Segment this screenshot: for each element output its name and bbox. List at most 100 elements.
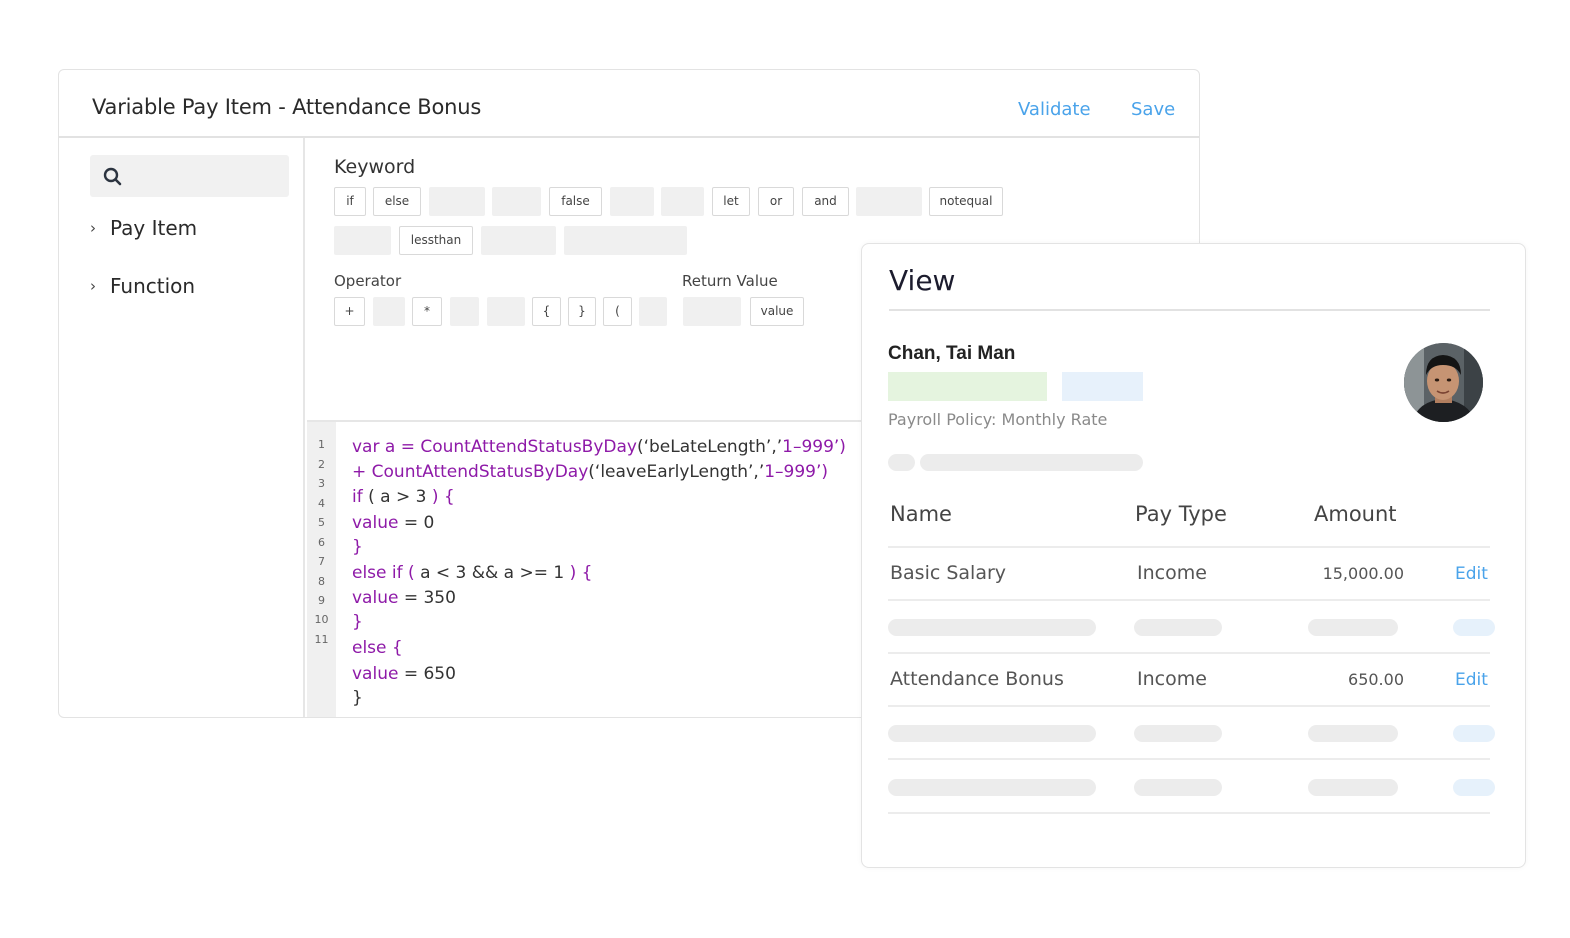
keyword-heading: Keyword xyxy=(334,156,416,178)
operator-placeholder[interactable] xyxy=(450,297,479,326)
placeholder-bar xyxy=(888,619,1096,636)
keyword-or[interactable]: or xyxy=(758,187,794,216)
keyword-lessthan[interactable]: lessthan xyxy=(399,226,473,255)
return-value-value[interactable]: value xyxy=(750,297,804,326)
validate-button[interactable]: Validate xyxy=(1018,99,1091,120)
payroll-policy: Payroll Policy: Monthly Rate xyxy=(888,410,1108,429)
divider xyxy=(888,812,1490,814)
status-badge xyxy=(1062,372,1143,401)
placeholder-bar xyxy=(1134,619,1222,636)
chevron-right-icon: › xyxy=(90,219,96,237)
sidebar-item-function[interactable]: › Function xyxy=(90,274,195,298)
code-line: + CountAttendStatusByDay(‘leaveEarlyLeng… xyxy=(352,462,829,482)
sidebar-item-label: Pay Item xyxy=(110,216,198,240)
avatar-photo xyxy=(1404,343,1483,422)
editor-header: Variable Pay Item - Attendance Bonus Val… xyxy=(59,70,1199,138)
operator-placeholder[interactable] xyxy=(373,297,405,326)
placeholder-bar xyxy=(1453,619,1495,636)
column-header-amount: Amount xyxy=(1314,502,1397,526)
placeholder-bar xyxy=(1308,619,1398,636)
search-icon xyxy=(103,167,122,186)
code-line: } xyxy=(352,612,363,632)
code-line: else { xyxy=(352,638,403,658)
save-button[interactable]: Save xyxy=(1131,99,1175,120)
sidebar-item-label: Function xyxy=(110,274,196,298)
divider xyxy=(888,705,1490,707)
keyword-placeholder[interactable] xyxy=(481,226,556,255)
return-value-heading: Return Value xyxy=(682,272,778,290)
line-number: 7 xyxy=(318,555,325,568)
column-header-pay-type: Pay Type xyxy=(1135,502,1227,526)
row-name: Attendance Bonus xyxy=(890,668,1064,690)
line-number: 8 xyxy=(318,575,325,588)
line-number: 9 xyxy=(318,594,325,607)
operator-open-brace[interactable]: { xyxy=(532,297,561,326)
page-title: Variable Pay Item - Attendance Bonus xyxy=(92,95,482,119)
code-line: var a = CountAttendStatusByDay(‘beLateLe… xyxy=(352,437,846,457)
placeholder-bar xyxy=(888,725,1096,742)
placeholder-bar xyxy=(1134,725,1222,742)
placeholder-bar xyxy=(1453,725,1495,742)
sidebar-item-pay-item[interactable]: › Pay Item xyxy=(90,216,197,240)
row-pay-type: Income xyxy=(1137,562,1207,584)
line-number: 4 xyxy=(318,497,325,510)
line-number-gutter: 1 2 3 4 5 6 7 8 9 10 11 xyxy=(307,422,336,717)
operator-placeholder[interactable] xyxy=(487,297,525,326)
edit-link[interactable]: Edit xyxy=(1455,564,1488,584)
divider xyxy=(888,599,1490,601)
row-amount: 15,000.00 xyxy=(1322,564,1404,583)
placeholder-bar xyxy=(920,454,1143,471)
keyword-false[interactable]: false xyxy=(549,187,602,216)
placeholder-bar xyxy=(1308,725,1398,742)
code-line: value = 350 xyxy=(352,588,456,608)
keyword-placeholder[interactable] xyxy=(610,187,654,216)
keyword-notequal[interactable]: notequal xyxy=(929,187,1003,216)
divider xyxy=(889,309,1490,311)
keyword-let[interactable]: let xyxy=(712,187,750,216)
keyword-placeholder[interactable] xyxy=(856,187,922,216)
line-number: 5 xyxy=(318,516,325,529)
chevron-right-icon: › xyxy=(90,277,96,295)
keyword-placeholder[interactable] xyxy=(564,226,687,255)
divider xyxy=(888,652,1490,654)
operator-multiply[interactable]: * xyxy=(412,297,442,326)
line-number: 6 xyxy=(318,536,325,549)
search-input[interactable] xyxy=(90,155,289,197)
operator-heading: Operator xyxy=(334,272,402,290)
keyword-placeholder[interactable] xyxy=(661,187,704,216)
view-card: View Chan, Tai Man Payroll Policy: Month… xyxy=(861,243,1526,868)
line-number: 2 xyxy=(318,458,325,471)
row-name: Basic Salary xyxy=(890,562,1007,584)
divider xyxy=(888,758,1490,760)
code-line: } xyxy=(352,688,363,708)
operator-placeholder[interactable] xyxy=(639,297,667,326)
divider xyxy=(888,546,1490,548)
edit-link[interactable]: Edit xyxy=(1455,670,1488,690)
avatar xyxy=(1404,343,1483,422)
row-amount: 650.00 xyxy=(1348,670,1404,689)
line-number: 1 xyxy=(318,438,325,451)
code-line: } xyxy=(352,537,363,557)
line-number: 10 xyxy=(314,613,329,626)
operator-plus[interactable]: + xyxy=(334,297,365,326)
code-line: else if ( a < 3 && a >= 1 ) { xyxy=(352,563,593,583)
return-value-placeholder[interactable] xyxy=(683,297,741,326)
employee-name: Chan, Tai Man xyxy=(888,343,1016,364)
operator-close-brace[interactable]: } xyxy=(568,297,596,326)
row-pay-type: Income xyxy=(1137,668,1207,690)
status-badge xyxy=(888,372,1047,401)
placeholder-bar xyxy=(1453,779,1495,796)
column-header-name: Name xyxy=(890,502,952,526)
keyword-and[interactable]: and xyxy=(802,187,849,216)
keyword-else[interactable]: else xyxy=(373,187,421,216)
keyword-if[interactable]: if xyxy=(334,187,366,216)
placeholder-bar xyxy=(1308,779,1398,796)
keyword-placeholder[interactable] xyxy=(334,226,391,255)
code-line: value = 650 xyxy=(352,664,456,684)
view-title: View xyxy=(889,264,956,297)
placeholder-bar xyxy=(1134,779,1222,796)
keyword-placeholder[interactable] xyxy=(492,187,541,216)
placeholder-bar xyxy=(888,454,915,471)
keyword-placeholder[interactable] xyxy=(429,187,485,216)
operator-open-paren[interactable]: ( xyxy=(603,297,632,326)
